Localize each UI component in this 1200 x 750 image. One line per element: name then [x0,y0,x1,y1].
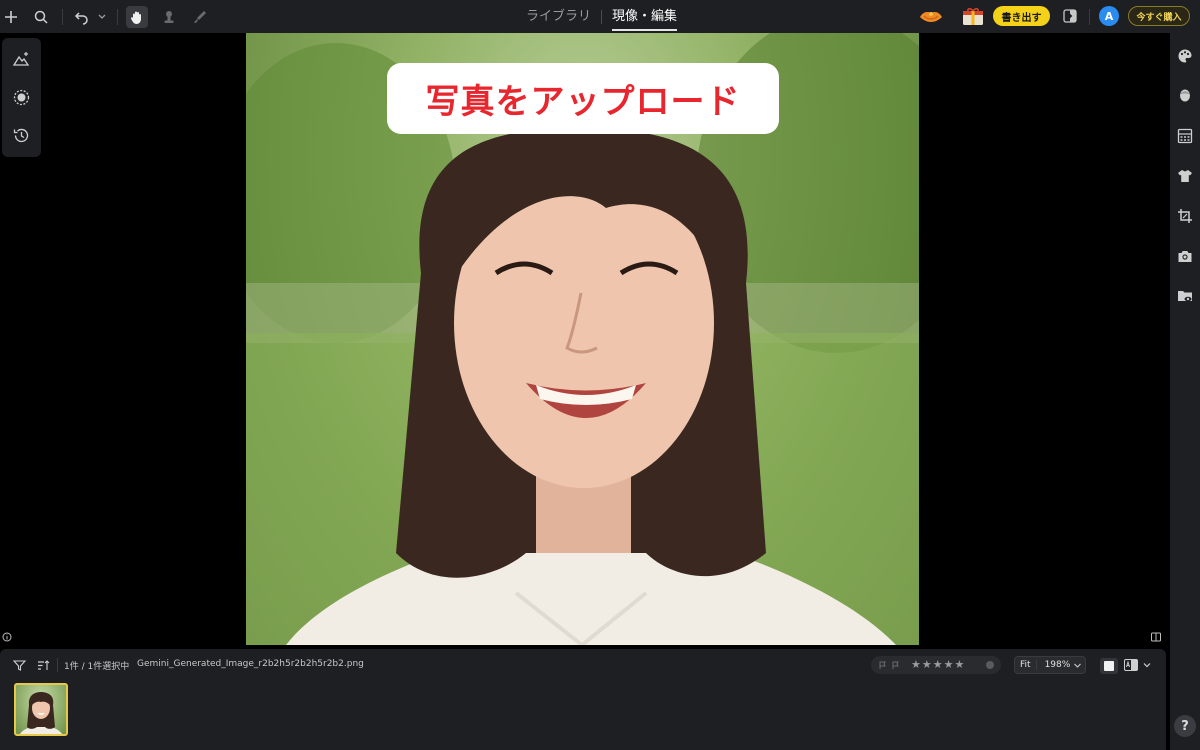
camera-icon[interactable] [1177,248,1193,264]
grid-pattern-icon[interactable] [1177,128,1193,144]
star-rating[interactable]: ★★★★★ [911,658,965,671]
flag-pick-icon[interactable] [879,661,887,669]
face-icon[interactable] [1177,88,1193,104]
share-icon[interactable] [1062,8,1078,24]
chevron-down-icon[interactable] [91,6,113,28]
avatar[interactable]: A [1099,6,1119,26]
zoom-control[interactable]: Fit 198% [1014,656,1086,674]
right-rail: ? [1170,33,1200,750]
translate-icon[interactable] [1124,659,1138,671]
sort-icon[interactable] [37,659,50,672]
folder-eye-icon[interactable] [1177,288,1193,304]
brush-icon[interactable] [189,6,211,28]
filmstrip-toolbar: 1件 / 1件選択中 Gemini_Generated_Image_r2b2h5… [0,653,1166,677]
zoom-level: 198% [1044,660,1071,670]
gift-icon[interactable] [918,7,944,26]
square-icon [1104,661,1114,671]
stamp-icon[interactable] [158,6,180,28]
mode-tabs: ライブラリ 現像・編集 [516,0,687,33]
history-icon[interactable] [12,126,31,145]
hand-icon[interactable] [126,6,148,28]
compare-view-icon[interactable] [1151,632,1161,642]
filmstrip-panel: 1件 / 1件選択中 Gemini_Generated_Image_r2b2h5… [0,649,1166,750]
search-icon[interactable] [30,6,52,28]
fit-button[interactable]: Fit [1015,660,1037,670]
upload-photo-banner: 写真をアップロード [387,63,779,134]
thumbnail-selected[interactable] [14,683,68,736]
left-tool-panel [2,38,41,157]
sparkle-circle-icon[interactable] [12,88,31,107]
flag-reject-icon[interactable] [892,661,900,669]
promo-icon[interactable] [962,7,984,26]
ai-mountain-icon[interactable] [12,50,31,69]
top-bar: ライブラリ 現像・編集 書き出す A 今すぐ購入 [0,0,1200,33]
undo-icon[interactable] [71,6,93,28]
chevron-down-icon[interactable] [1142,660,1152,670]
chevron-down-icon[interactable] [1073,661,1082,670]
buy-now-button[interactable]: 今すぐ購入 [1128,6,1190,26]
filename-label: Gemini_Generated_Image_r2b2h5r2b2h5r2b2.… [137,659,364,669]
filter-icon[interactable] [13,659,26,672]
tab-library[interactable]: ライブラリ [516,0,601,33]
color-label-icon[interactable] [986,661,994,669]
help-button[interactable]: ? [1174,715,1196,737]
crop-icon[interactable] [1177,208,1193,224]
toolbar-divider [62,9,63,25]
export-button[interactable]: 書き出す [993,6,1050,26]
background-toggle[interactable] [1100,658,1118,674]
palette-icon[interactable] [1177,48,1193,64]
tab-develop-edit[interactable]: 現像・編集 [602,0,687,33]
toolbar-divider [1089,9,1090,25]
toolbar-divider [117,9,118,25]
selection-count: 1件 / 1件選択中 [64,662,130,672]
shirt-icon[interactable] [1177,168,1193,184]
rating-bar: ★★★★★ [871,656,1001,674]
info-icon[interactable] [2,632,12,642]
thumbnail-image [20,692,62,734]
photo-canvas[interactable]: 写真をアップロード [246,33,919,645]
toolbar-divider [57,658,58,672]
plus-icon[interactable] [0,6,22,28]
